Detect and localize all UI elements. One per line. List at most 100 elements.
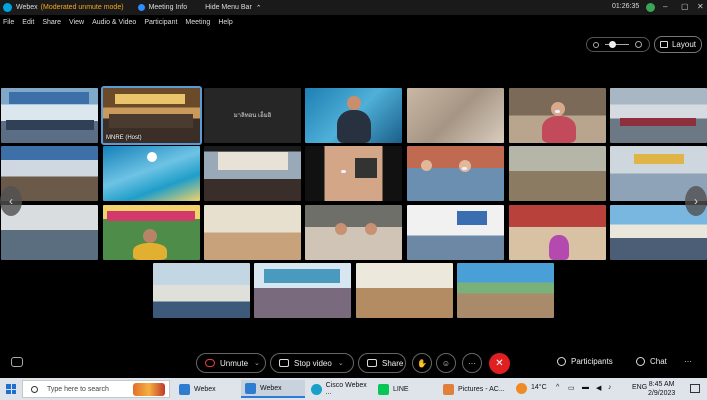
taskbar-clock[interactable]: 8:45 AM 2/9/2023 [648,380,675,398]
notifications-icon[interactable] [690,384,700,393]
hide-menu-bar-button[interactable]: Hide Menu Bar [205,4,252,11]
zoom-in-icon[interactable] [635,41,642,48]
cisco-webex-icon [311,383,322,395]
minimize-button[interactable]: – [663,2,667,11]
zoom-knob[interactable] [609,41,616,48]
video-tile[interactable] [407,146,504,201]
participant-name: มาลิทอน เอ็มอิ [233,113,272,119]
share-button[interactable]: Share [358,353,406,373]
zoom-slider[interactable] [586,37,650,52]
language-indicator[interactable]: ENG [632,384,647,391]
windows-start-icon[interactable] [6,384,16,394]
video-tile[interactable] [305,146,402,201]
speaker-icon[interactable]: ♪ [608,384,612,391]
menu-meeting[interactable]: Meeting [185,19,210,26]
chevron-up-icon[interactable]: ⌃ [256,4,262,12]
maximize-button[interactable]: ▢ [681,2,689,11]
captions-icon[interactable] [11,357,23,367]
share-label: Share [382,358,404,368]
video-tile[interactable] [204,146,301,201]
video-tile[interactable] [103,146,200,201]
weather-temp[interactable]: 14°C [531,384,547,391]
video-tile[interactable] [356,263,453,318]
layout-icon [659,41,668,48]
menu-file[interactable]: File [3,19,14,26]
reactions-button[interactable]: ☺ [436,353,456,373]
share-icon [367,359,377,367]
title-bar: Webex (Moderated unmute mode) Meeting In… [0,0,707,15]
next-page-button[interactable]: › [685,186,707,216]
hand-icon: ✋ [417,358,427,368]
menu-audio-video[interactable]: Audio & Video [92,19,136,26]
taskbar-app-webex-active[interactable]: Webex [241,380,305,398]
video-tile-host[interactable]: MNRE (Host) [101,86,202,145]
chat-button[interactable]: Chat [636,357,667,366]
app-title: Webex [16,4,38,11]
camera-icon [279,359,289,367]
layout-button[interactable]: Layout [654,36,702,53]
leave-meeting-button[interactable]: ✕ [489,353,510,374]
task-label: Webex [194,385,216,393]
stop-video-button[interactable]: Stop video ⌄ [270,353,354,373]
more-options-button[interactable]: ··· [462,353,482,373]
prev-page-button[interactable]: ‹ [0,186,22,216]
panel-overflow-button[interactable]: ··· [684,357,692,366]
clock-time: 8:45 AM [648,381,675,388]
volume-icon[interactable]: ◀ [596,384,601,392]
taskbar-app-pictures[interactable]: Pictures - AC... [439,380,507,398]
chevron-down-icon[interactable]: ⌄ [338,359,344,367]
video-tile[interactable] [103,205,200,260]
menu-participant[interactable]: Participant [144,19,177,26]
taskbar-search-input[interactable]: Type here to search [22,380,170,398]
task-label: Webex [260,384,282,392]
menu-edit[interactable]: Edit [22,19,34,26]
zoom-out-icon[interactable] [593,41,599,48]
meeting-mode-label: (Moderated unmute mode) [40,4,124,11]
chevron-left-icon: ‹ [9,194,13,208]
video-tile[interactable] [509,146,606,201]
stop-video-label: Stop video [294,358,332,368]
task-label: Cisco Webex ... [325,382,367,396]
video-tile[interactable] [509,205,606,260]
pictures-app-icon [443,383,454,395]
network-icon[interactable]: ▭ [568,384,575,392]
webex-logo-icon [3,3,12,12]
chat-icon [636,357,645,366]
video-tile[interactable] [153,263,250,318]
video-tile[interactable] [457,263,554,318]
search-placeholder: Type here to search [47,385,109,393]
unmute-button[interactable]: Unmute ⌄ [196,353,266,373]
menu-view[interactable]: View [69,19,84,26]
video-tile[interactable] [1,88,98,143]
video-tile[interactable] [610,88,707,143]
weather-icon[interactable] [516,383,527,394]
taskbar-app-webex[interactable]: Webex [175,380,239,398]
taskbar-app-line[interactable]: LINE [374,380,436,398]
video-tile[interactable] [305,88,402,143]
chevron-up-icon[interactable]: ^ [556,384,559,391]
video-tile[interactable] [305,205,402,260]
video-tile[interactable] [407,205,504,260]
chevron-down-icon[interactable]: ⌄ [254,359,260,367]
webex-app-icon [179,383,190,395]
security-shield-icon[interactable] [646,3,655,12]
ellipsis-icon: ··· [468,358,476,368]
info-icon[interactable] [137,4,145,11]
battery-icon[interactable]: ▬ [582,384,589,391]
search-icon [31,385,38,393]
close-button[interactable]: ✕ [697,2,704,11]
menu-share[interactable]: Share [42,19,61,26]
meeting-info-button[interactable]: Meeting Info [149,4,188,11]
participants-button[interactable]: Participants [557,357,613,366]
menu-help[interactable]: Help [218,19,232,26]
video-tile-no-video[interactable]: มาลิทอน เอ็มอิ [204,88,301,143]
participants-label: Participants [571,357,613,366]
taskbar-app-cisco-webex[interactable]: Cisco Webex ... [307,380,373,398]
raise-hand-button[interactable]: ✋ [412,353,432,373]
search-highlight-image [133,383,165,396]
video-tile[interactable] [509,88,606,143]
video-tile[interactable] [254,263,351,318]
video-tile-blurred[interactable] [407,88,504,143]
video-tile[interactable] [204,205,301,260]
zoom-track[interactable] [605,41,629,48]
